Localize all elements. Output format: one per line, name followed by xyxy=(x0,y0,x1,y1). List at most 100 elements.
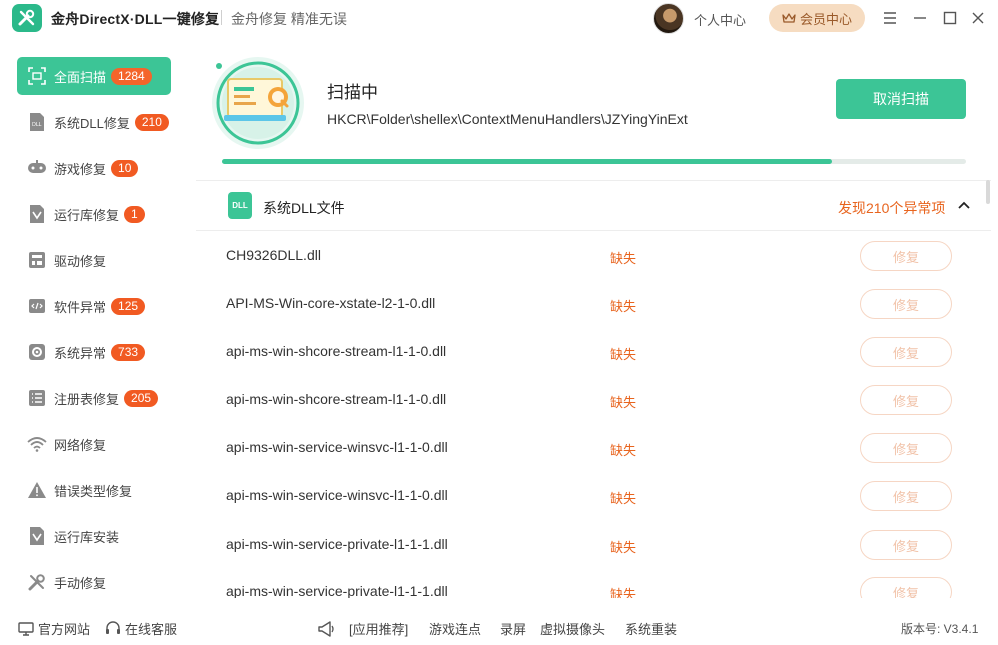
dll-icon: DLL xyxy=(27,112,47,132)
sidebar: 全面扫描 1284 DLL 系统DLL修复 210 游戏修复 10 运行库修复 … xyxy=(0,50,196,605)
dll-icon-text: DLL xyxy=(232,201,248,210)
cancel-scan-button[interactable]: 取消扫描 xyxy=(836,79,966,119)
svg-text:DLL: DLL xyxy=(32,122,42,128)
tools-icon xyxy=(27,572,47,592)
monitor-icon xyxy=(18,621,34,636)
scan-status: 扫描中 xyxy=(327,83,378,102)
scan-progress-bar xyxy=(222,159,966,164)
status-label: 缺失 xyxy=(610,395,637,410)
dll-filename: api-ms-win-service-winsvc-l1-1-0.dll xyxy=(226,439,448,455)
group-title: 系统DLL文件 xyxy=(263,200,345,216)
dll-filename: api-ms-win-shcore-stream-l1-1-0.dll xyxy=(226,391,447,407)
online-support-label: 在线客服 xyxy=(125,622,178,637)
dll-group-header[interactable]: DLL 系统DLL文件 发现210个异常项 xyxy=(196,181,991,231)
online-support-link[interactable]: 在线客服 xyxy=(105,619,177,638)
footer: 官方网站 在线客服 [应用推荐] 游戏连点 录屏 虚拟摄像头 系统重装 版本号:… xyxy=(0,610,998,645)
app-slogan: 金舟修复 精准无误 xyxy=(231,11,347,27)
sidebar-item-system-exception[interactable]: 系统异常 733 xyxy=(17,333,171,371)
recommend-section: [应用推荐] xyxy=(317,619,408,638)
crown-icon xyxy=(782,13,796,23)
warning-icon xyxy=(27,480,47,500)
status-label: 缺失 xyxy=(610,491,637,506)
table-row: API-MS-Win-core-xstate-l2-1-0.dll 缺失 修复 xyxy=(196,280,991,328)
link-virtual-camera[interactable]: 虚拟摄像头 xyxy=(540,619,605,638)
sidebar-item-registry-repair[interactable]: 注册表修复 205 xyxy=(17,379,171,417)
avatar[interactable] xyxy=(653,3,684,34)
link-screen-record[interactable]: 录屏 xyxy=(500,619,526,638)
headset-icon xyxy=(106,621,120,634)
status-label: 缺失 xyxy=(610,251,637,266)
fix-button[interactable]: 修复 xyxy=(860,241,952,271)
runtime-icon xyxy=(27,204,47,224)
chevron-up-icon[interactable] xyxy=(958,200,970,210)
sidebar-item-software-exception[interactable]: 软件异常 125 xyxy=(17,287,171,325)
scan-current-path: HKCR\Folder\shellex\ContextMenuHandlers\… xyxy=(327,111,688,127)
status-label: 缺失 xyxy=(610,587,637,598)
gear-icon xyxy=(27,342,47,362)
close-icon[interactable] xyxy=(969,9,987,27)
link-system-reinstall[interactable]: 系统重装 xyxy=(625,619,677,638)
app-logo-icon xyxy=(12,4,42,32)
dll-filename: api-ms-win-service-winsvc-l1-1-0.dll xyxy=(226,487,448,503)
fix-button[interactable]: 修复 xyxy=(860,481,952,511)
registry-icon xyxy=(27,388,47,408)
table-row: api-ms-win-shcore-stream-l1-1-0.dll 缺失 修… xyxy=(196,376,991,424)
minimize-icon[interactable] xyxy=(911,9,929,27)
dll-filename: api-ms-win-service-private-l1-1-1.dll xyxy=(226,583,448,598)
status-label: 缺失 xyxy=(610,299,637,314)
vip-center-button[interactable]: 会员中心 xyxy=(769,4,865,32)
fix-button[interactable]: 修复 xyxy=(860,289,952,319)
sidebar-item-full-scan[interactable]: 全面扫描 1284 xyxy=(17,57,171,95)
scan-icon xyxy=(27,66,47,86)
table-row: api-ms-win-service-winsvc-l1-1-0.dll 缺失 … xyxy=(196,472,991,520)
fix-button[interactable]: 修复 xyxy=(860,577,952,598)
version-label: 版本号: V3.4.1 xyxy=(901,622,979,636)
sidebar-item-label: 系统异常 xyxy=(54,345,107,361)
fix-button[interactable]: 修复 xyxy=(860,337,952,367)
driver-icon xyxy=(27,250,47,270)
code-icon xyxy=(27,296,47,316)
count-badge: 125 xyxy=(111,297,146,315)
table-row: CH9326DLL.dll 缺失 修复 xyxy=(196,232,991,280)
count-badge: 205 xyxy=(124,389,159,407)
user-center-link[interactable]: 个人中心 xyxy=(694,10,746,29)
dll-filename: api-ms-win-shcore-stream-l1-1-0.dll xyxy=(226,343,447,359)
runtime-install-icon xyxy=(27,526,47,546)
sidebar-item-label: 手动修复 xyxy=(54,575,107,591)
fix-button[interactable]: 修复 xyxy=(860,433,952,463)
count-badge: 1 xyxy=(124,205,145,223)
status-label: 缺失 xyxy=(610,347,637,362)
sidebar-item-label: 软件异常 xyxy=(54,299,107,315)
dll-filename: CH9326DLL.dll xyxy=(226,247,321,263)
gamepad-icon xyxy=(27,158,47,178)
sidebar-item-driver-repair[interactable]: 驱动修复 xyxy=(17,241,171,279)
sidebar-item-network-repair[interactable]: 网络修复 xyxy=(17,425,171,463)
scan-progress-fill xyxy=(222,159,833,164)
table-row: api-ms-win-service-private-l1-1-1.dll 缺失… xyxy=(196,521,991,569)
sidebar-item-error-type-repair[interactable]: 错误类型修复 xyxy=(17,471,171,509)
group-found-count: 发现210个异常项 xyxy=(838,200,946,216)
official-website-label: 官方网站 xyxy=(38,622,91,637)
menu-icon[interactable] xyxy=(881,9,899,27)
sidebar-item-runtime-repair[interactable]: 运行库修复 1 xyxy=(17,195,171,233)
maximize-icon[interactable] xyxy=(941,9,959,27)
count-badge: 733 xyxy=(111,343,146,361)
sidebar-item-game-repair[interactable]: 游戏修复 10 xyxy=(17,149,171,187)
dll-filename: API-MS-Win-core-xstate-l2-1-0.dll xyxy=(226,295,436,311)
sidebar-item-label: 网络修复 xyxy=(54,437,107,453)
status-label: 缺失 xyxy=(610,443,637,458)
sidebar-item-label: 错误类型修复 xyxy=(54,483,133,499)
link-auto-clicker[interactable]: 游戏连点 xyxy=(429,619,481,638)
recommend-label: [应用推荐] xyxy=(349,622,409,637)
list-scrollbar[interactable] xyxy=(986,180,990,204)
fix-button[interactable]: 修复 xyxy=(860,530,952,560)
result-list: DLL 系统DLL文件 发现210个异常项 CH9326DLL.dll 缺失 修… xyxy=(196,180,991,598)
official-website-link[interactable]: 官方网站 xyxy=(18,619,90,638)
table-row: api-ms-win-shcore-stream-l1-1-0.dll 缺失 修… xyxy=(196,328,991,376)
sidebar-item-manual-repair[interactable]: 手动修复 xyxy=(17,563,171,601)
count-badge: 10 xyxy=(111,159,139,177)
sidebar-item-label: 游戏修复 xyxy=(54,161,107,177)
sidebar-item-system-dll[interactable]: DLL 系统DLL修复 210 xyxy=(17,103,171,141)
sidebar-item-runtime-install[interactable]: 运行库安装 xyxy=(17,517,171,555)
fix-button[interactable]: 修复 xyxy=(860,385,952,415)
